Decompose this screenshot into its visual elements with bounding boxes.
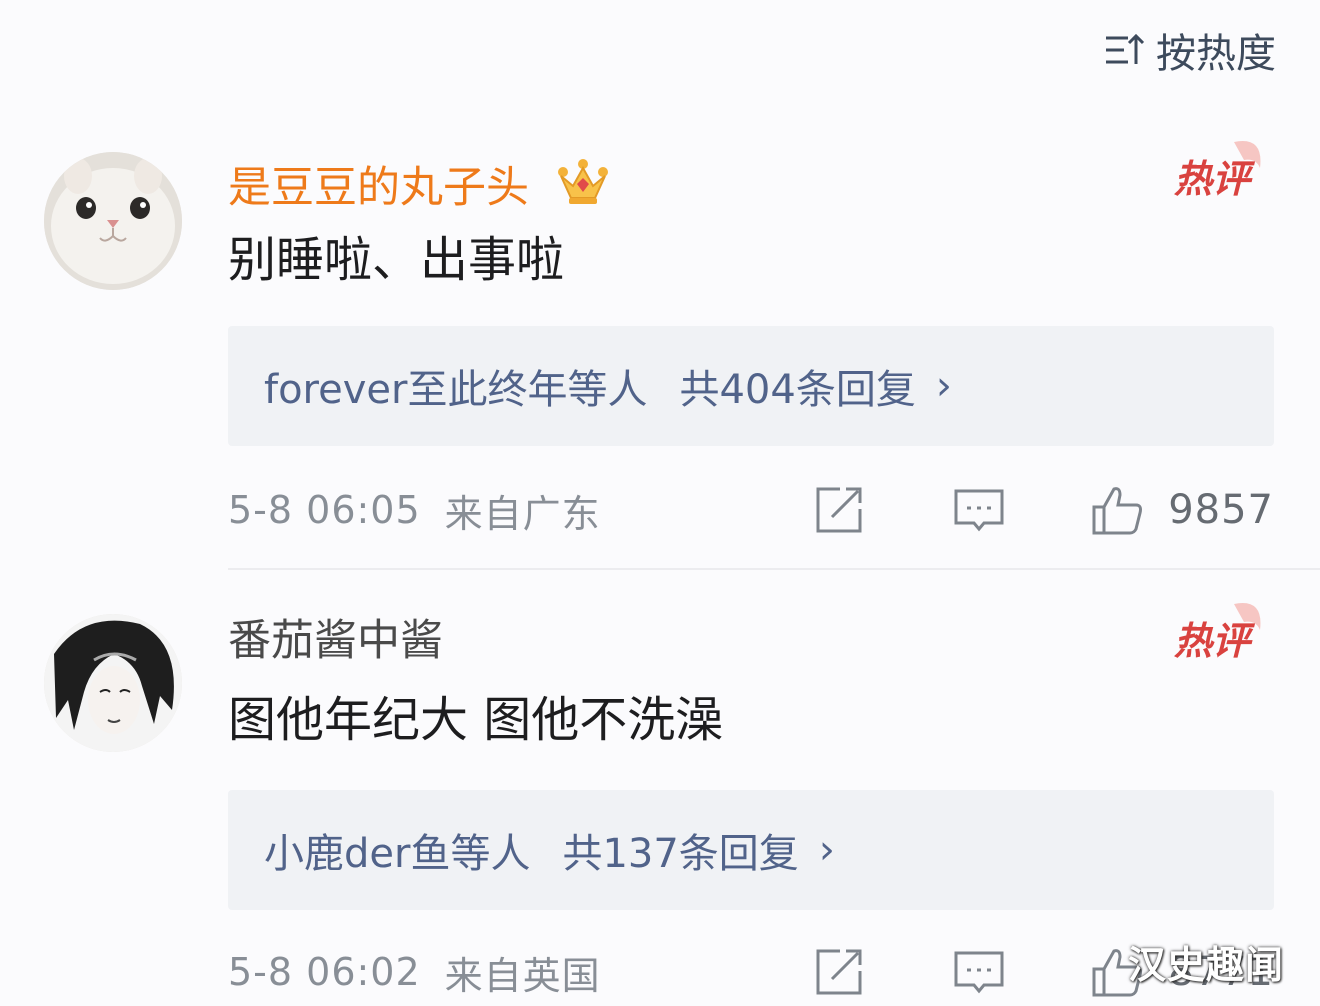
avatar[interactable] — [44, 152, 182, 290]
like-count: 9857 — [1168, 487, 1274, 533]
reply-button[interactable] — [952, 483, 1006, 537]
chevron-right-icon: › — [818, 827, 835, 873]
timestamp: 5-8 06:05 — [228, 488, 421, 532]
timestamp: 5-8 06:02 — [228, 950, 421, 994]
divider — [228, 568, 1320, 570]
chevron-right-icon: › — [935, 363, 952, 409]
reply-names: forever至此终年等人 — [264, 367, 648, 413]
thumbs-up-icon — [1092, 487, 1143, 535]
reply-button[interactable] — [952, 945, 1006, 999]
svg-text:热评: 热评 — [1174, 619, 1256, 663]
hot-comment-badge: 热评 — [1174, 141, 1261, 201]
sort-icon — [1106, 33, 1145, 64]
username-text: 是豆豆的丸子头 — [228, 163, 529, 213]
comment-icon — [954, 489, 1004, 532]
sort-label: 按热度 — [1156, 31, 1276, 77]
anime-avatar-icon — [44, 614, 182, 752]
comment-meta: 5-8 06:02 来自英国 8771 — [228, 942, 1274, 1002]
svg-text:热评: 热评 — [1174, 157, 1256, 201]
watermark: 汉史趣闻 — [1128, 943, 1285, 987]
share-button[interactable] — [812, 483, 866, 537]
comment-icon — [954, 951, 1004, 994]
reply-count: 共137条回复 — [562, 831, 799, 877]
comment-meta: 5-8 06:05 来自广东 9857 — [228, 480, 1274, 540]
reply-names: 小鹿der鱼等人 — [264, 831, 531, 877]
replies-link[interactable]: 小鹿der鱼等人 共137条回复 › — [228, 790, 1274, 910]
share-icon — [816, 487, 862, 533]
replies-link[interactable]: forever至此终年等人 共404条回复 › — [228, 326, 1274, 446]
like-button[interactable]: 9857 — [1090, 483, 1274, 537]
crown-badge-icon — [557, 159, 608, 204]
location: 来自英国 — [444, 953, 601, 998]
avatar[interactable] — [44, 614, 182, 752]
comment-text: 别睡啦、出事啦 — [228, 232, 565, 288]
comment-text: 图他年纪大 图他不洗澡 — [228, 692, 724, 748]
comment-actions: 9857 — [812, 480, 1274, 540]
reply-count: 共404条回复 — [679, 367, 916, 413]
username[interactable]: 是豆豆的丸子头 — [228, 158, 609, 210]
share-icon — [816, 949, 862, 995]
hot-comment-badge: 热评 — [1174, 603, 1261, 663]
sort-by-hot-button[interactable]: 按热度 — [1102, 22, 1276, 78]
share-button[interactable] — [812, 945, 866, 999]
username[interactable]: 番茄酱中酱 — [228, 620, 443, 663]
location: 来自广东 — [444, 491, 601, 536]
cat-avatar-icon — [44, 152, 182, 290]
